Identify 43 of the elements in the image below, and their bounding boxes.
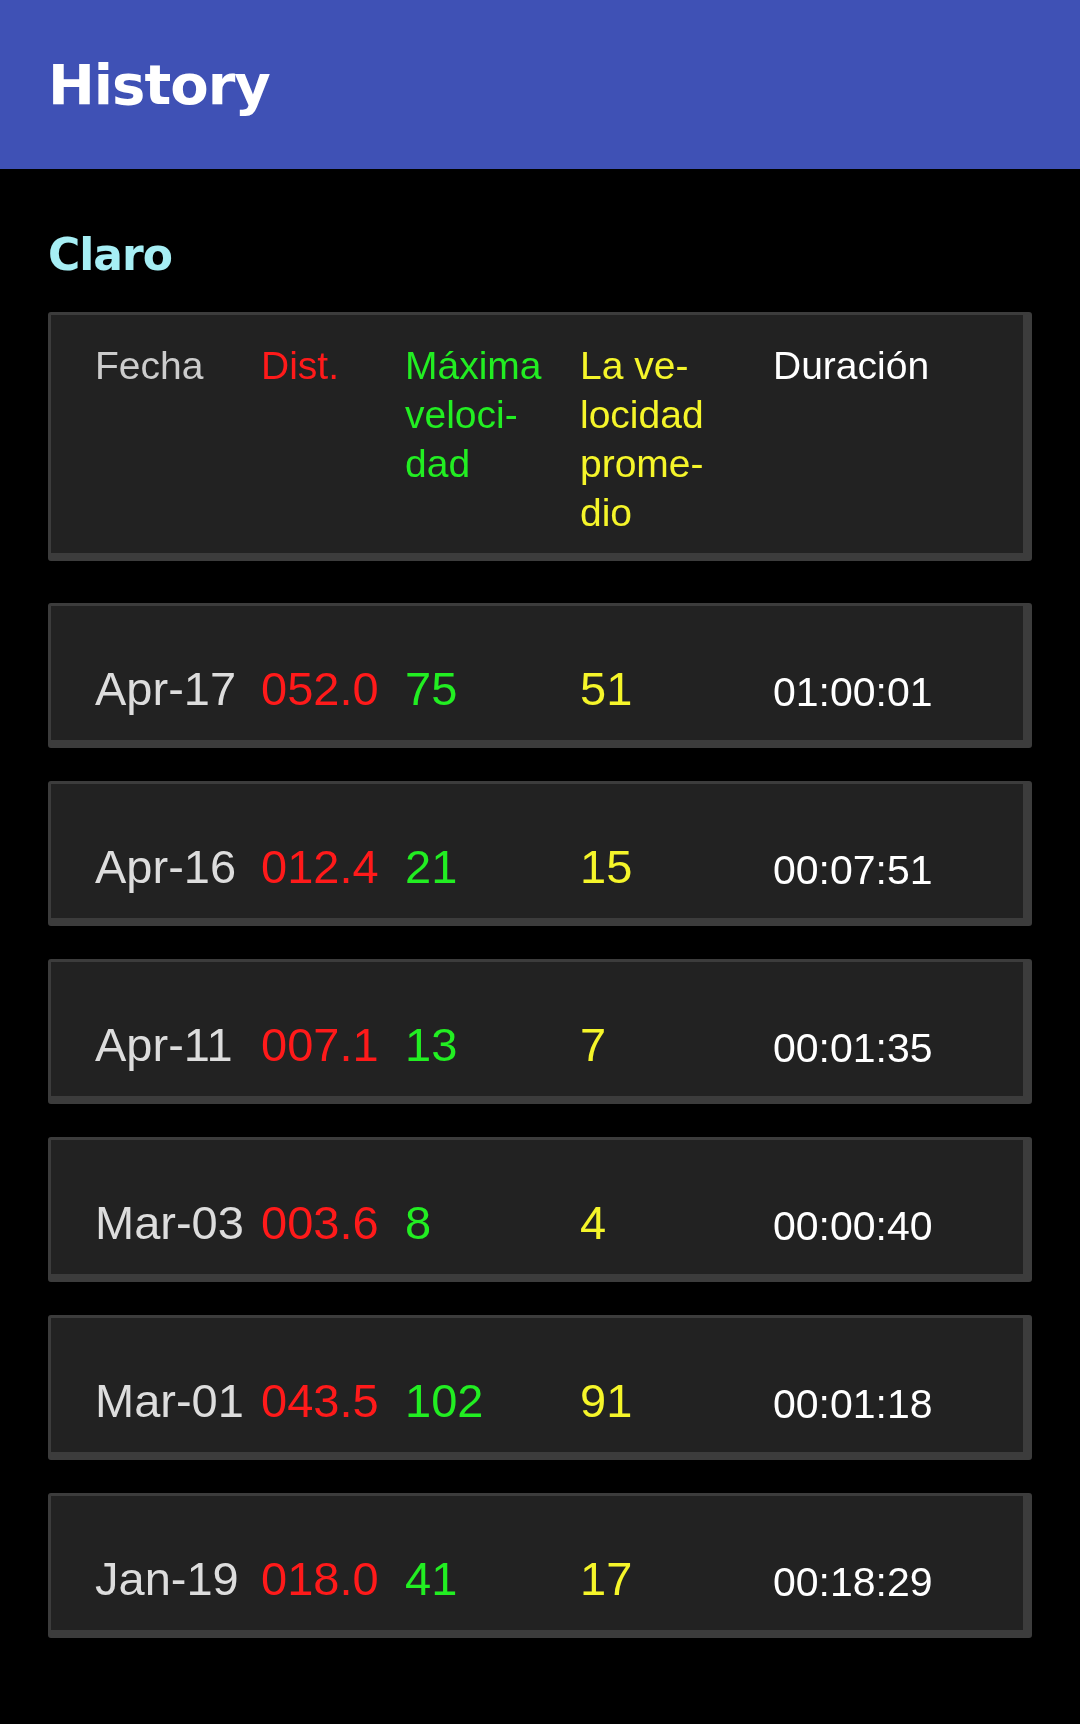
history-row[interactable]: Apr-16 012.4 21 15 00:07:51 [48,781,1032,926]
table-cell-text: 052.0 [261,661,380,716]
table-cell-text: 7 [580,1017,608,1072]
column-header: La ve- locidad prome- dio [580,343,705,536]
table-cell-text: Apr-11 [95,1017,234,1072]
table-cell-text: 51 [580,661,634,716]
table-cell-text: 00:18:29 [773,1559,934,1606]
table-cell-text: 00:07:51 [773,847,934,894]
table-cell-text: 00:01:35 [773,1025,934,1072]
table-cell-text: 13 [405,1017,459,1072]
table-cell-text: 018.0 [261,1551,380,1606]
history-row[interactable]: Apr-17 052.0 75 51 01:00:01 [48,603,1032,748]
column-header: Fecha [95,343,205,389]
table-cell-text: 102 [405,1373,485,1428]
table-cell-text: 4 [580,1195,608,1250]
table-cell-text: Apr-17 [95,661,238,716]
table-cell-text: 00:01:18 [773,1381,934,1428]
table-cell-text: Apr-16 [95,839,238,894]
table-cell-text: 91 [580,1373,634,1428]
column-header: Duración [773,343,931,389]
table-cell-text: Mar-03 [95,1195,245,1250]
history-row[interactable]: Apr-11 007.1 13 7 00:01:35 [48,959,1032,1104]
column-header: Máxima veloci- dad [405,343,543,487]
table-cell-text: 003.6 [261,1195,380,1250]
table-cell-text: 8 [405,1195,433,1250]
table-cell-text: 01:00:01 [773,669,934,716]
table-cell-text: 41 [405,1551,459,1606]
column-header: Dist. [261,343,340,389]
history-row[interactable]: Mar-01 043.5 102 91 00:01:18 [48,1315,1032,1460]
table-cell-text: 012.4 [261,839,380,894]
section-title: Claro [48,229,173,280]
table-cell-text: Mar-01 [95,1373,245,1428]
table-cell-text: 17 [580,1551,634,1606]
history-row[interactable]: Jan-19 018.0 41 17 00:18:29 [48,1493,1032,1638]
table-cell-text: Jan-19 [95,1551,240,1606]
history-row[interactable]: Mar-03 003.6 8 4 00:00:40 [48,1137,1032,1282]
table-cell-text: 043.5 [261,1373,380,1428]
table-cell-text: 007.1 [261,1017,380,1072]
app-bar-title: History [48,52,270,117]
table-cell-text: 00:00:40 [773,1203,934,1250]
table-cell-text: 15 [580,839,634,894]
table-cell-text: 75 [405,661,459,716]
table-cell-text: 21 [405,839,459,894]
